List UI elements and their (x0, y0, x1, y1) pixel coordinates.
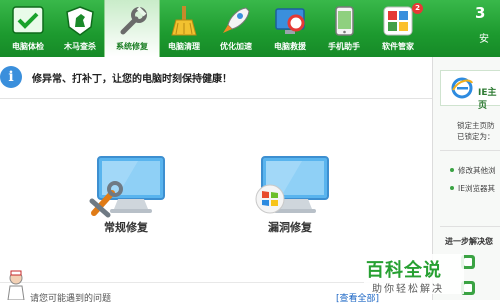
vulnerability-fix-label: 漏洞修复 (268, 221, 312, 234)
tab-phone-assistant-label: 手机助手 (328, 42, 360, 51)
brand-logo-text: 3 (475, 4, 486, 22)
horse-shield-icon (66, 6, 94, 36)
tab-pc-rescue[interactable]: 电脑救援 (262, 0, 318, 57)
tab-speed-up-label: 优化加速 (220, 42, 252, 51)
doctor-avatar-icon (7, 270, 25, 300)
rocket-icon (223, 7, 250, 33)
tab-software-manager-label: 软件管家 (382, 42, 414, 51)
more-solutions-heading: 进一步解决您 (445, 237, 493, 246)
software-badge: 2 (412, 3, 423, 14)
ie-logo-icon (451, 77, 473, 99)
tab-pc-rescue-label: 电脑救援 (274, 42, 306, 51)
bullet-dot (450, 186, 454, 190)
locked-as-text: 已锁定为： (457, 132, 495, 141)
tab-speed-up[interactable]: 优化加速 (208, 0, 264, 57)
tab-pc-checkup-label: 电脑体检 (12, 42, 44, 51)
tab-pc-clean[interactable]: 电脑清理 (156, 0, 212, 57)
info-message: 修异常、打补丁，让您的电脑时刻保持健康！ (32, 74, 232, 85)
tab-pc-clean-label: 电脑清理 (168, 42, 200, 51)
monitor-wrench-icon (89, 156, 165, 218)
tab-software-manager[interactable]: 2 软件管家 (370, 0, 426, 57)
tab-system-repair-label: 系统修复 (116, 42, 148, 51)
tab-trojan-scan-label: 木马查杀 (64, 42, 96, 51)
wrench-icon (120, 6, 147, 35)
regular-fix-label: 常规修复 (104, 221, 148, 234)
app-grid-icon (383, 6, 413, 36)
modify-browser-item[interactable]: 修改其他浏 (458, 165, 496, 176)
tab-system-repair[interactable]: 系统修复 (104, 0, 160, 57)
brand-logo-subtext: 安 (479, 34, 489, 45)
right-divider-1 (440, 150, 500, 151)
main-toolbar: 电脑体检 木马查杀 系统修复 电脑清理 优化加速 电脑救援 手机助手 2 软件管… (0, 0, 500, 57)
tab-phone-assistant[interactable]: 手机助手 (316, 0, 372, 57)
regular-fix-button[interactable]: 常规修复 (88, 155, 178, 235)
monitor-windows-icon (255, 156, 329, 214)
bottom-hint-text: 请您可能遇到的问题 (30, 294, 112, 304)
phone-icon (335, 6, 354, 36)
vulnerability-fix-button[interactable]: 漏洞修复 (252, 155, 342, 235)
watermark-title: 百科全说 (366, 260, 442, 281)
ie-browser-item[interactable]: IE浏览器其 (458, 183, 495, 194)
watermark-subtitle: 助你轻松解决 (372, 284, 444, 295)
monitor-check-icon (12, 6, 44, 34)
info-icon: i (0, 66, 22, 88)
ie-homepage-title: IE主页 (478, 88, 497, 111)
bullet-dot (450, 168, 454, 172)
lock-homepage-text: 锁定主页防 (457, 121, 495, 130)
lifebuoy-monitor-icon (275, 8, 305, 34)
tab-trojan-scan[interactable]: 木马查杀 (52, 0, 108, 57)
broom-icon (171, 6, 197, 36)
right-divider-2 (440, 226, 500, 227)
tab-pc-checkup[interactable]: 电脑体检 (0, 0, 56, 57)
